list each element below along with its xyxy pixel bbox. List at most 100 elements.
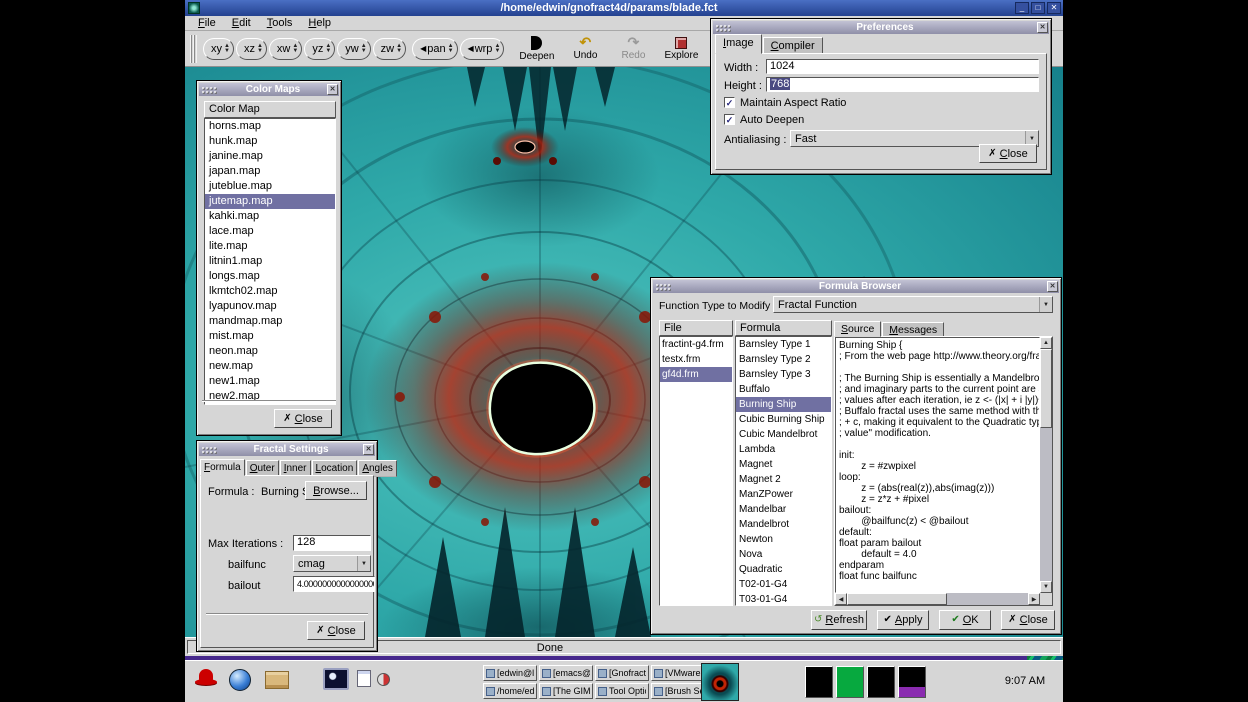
- close-button[interactable]: ✗ Close: [1001, 610, 1055, 630]
- spinner-arrows-icon[interactable]: ▲▼: [257, 44, 263, 54]
- spinner-arrows-icon[interactable]: ▲▼: [396, 44, 402, 54]
- color-map-column-header[interactable]: Color Map: [204, 101, 336, 118]
- color-map-item[interactable]: new1.map: [205, 374, 335, 389]
- axis-rotate-button[interactable]: yw ▲▼: [337, 38, 370, 60]
- scroll-right-icon[interactable]: ▶: [1028, 593, 1040, 605]
- axis-rotate-button[interactable]: xy ▲▼: [203, 38, 234, 60]
- spinner-arrows-icon[interactable]: ▲▼: [325, 44, 331, 54]
- color-map-item[interactable]: lite.map: [205, 239, 335, 254]
- file-item[interactable]: gf4d.frm: [660, 367, 732, 382]
- close-icon[interactable]: ✕: [327, 84, 338, 95]
- vertical-scrollbar[interactable]: ▲ ▼: [1040, 337, 1052, 593]
- formula-item[interactable]: Newton: [736, 532, 831, 547]
- auto-deepen-checkbox[interactable]: ✓: [724, 114, 735, 125]
- scroll-down-icon[interactable]: ▼: [1040, 581, 1052, 593]
- maximize-icon[interactable]: □: [1031, 2, 1045, 14]
- taskbar-task[interactable]: [edwin@lo: [483, 665, 537, 681]
- applet-icon[interactable]: [377, 673, 390, 686]
- scrollbar-track[interactable]: [1040, 349, 1052, 581]
- function-type-dropdown[interactable]: Fractal Function ▼: [773, 296, 1053, 313]
- source-code-view[interactable]: Burning Ship { ; From the web page http:…: [835, 337, 1040, 593]
- color-map-item[interactable]: janine.map: [205, 149, 335, 164]
- formula-item[interactable]: Mandelbar: [736, 502, 831, 517]
- warp-button[interactable]: ◀ wrp ▲▼: [460, 38, 505, 60]
- bailout-input[interactable]: 4.00000000000000000: [293, 576, 375, 592]
- color-map-item[interactable]: litnin1.map: [205, 254, 335, 269]
- color-map-item[interactable]: mandmap.map: [205, 314, 335, 329]
- scrollbar-track[interactable]: [847, 593, 1028, 605]
- close-icon[interactable]: ✕: [1037, 22, 1048, 33]
- redhat-menu-icon[interactable]: [195, 669, 217, 689]
- deepen-button[interactable]: Deepen: [519, 36, 554, 62]
- formula-item[interactable]: Magnet 2: [736, 472, 831, 487]
- scroll-left-icon[interactable]: ◀: [835, 593, 847, 605]
- undo-button[interactable]: ↶ Undo: [568, 36, 602, 61]
- formula-item[interactable]: Quadratic: [736, 562, 831, 577]
- redo-button[interactable]: ↷ Redo: [616, 36, 650, 61]
- color-map-item[interactable]: lyapunov.map: [205, 299, 335, 314]
- taskbar-task[interactable]: [Brush Se: [651, 683, 705, 699]
- swatch[interactable]: [867, 666, 895, 698]
- dialog-titlebar[interactable]: Formula Browser ✕: [653, 280, 1059, 293]
- color-map-item[interactable]: longs.map: [205, 269, 335, 284]
- formula-item[interactable]: ManZPower: [736, 487, 831, 502]
- formula-item[interactable]: Magnet: [736, 457, 831, 472]
- color-map-item[interactable]: hunk.map: [205, 134, 335, 149]
- maintain-aspect-checkbox[interactable]: ✓: [724, 97, 735, 108]
- color-map-item[interactable]: neon.map: [205, 344, 335, 359]
- tab[interactable]: Source: [834, 321, 881, 337]
- spinner-arrows-icon[interactable]: ▲▼: [361, 44, 367, 54]
- browse-button[interactable]: Browse...: [305, 481, 367, 500]
- formula-item[interactable]: Cubic Mandelbrot: [736, 427, 831, 442]
- color-map-item[interactable]: new.map: [205, 359, 335, 374]
- taskbar-task[interactable]: [Gnofract: [595, 665, 649, 681]
- screensaver-icon[interactable]: [323, 668, 349, 690]
- file-item[interactable]: testx.frm: [660, 352, 732, 367]
- color-map-item[interactable]: lkmtch02.map: [205, 284, 335, 299]
- formula-item[interactable]: Barnsley Type 3: [736, 367, 831, 382]
- formula-item[interactable]: Burning Ship: [736, 397, 831, 412]
- formula-item[interactable]: Nova: [736, 547, 831, 562]
- apply-button[interactable]: ✔ Apply: [877, 610, 929, 630]
- swatch[interactable]: [805, 666, 833, 698]
- pan-button[interactable]: ◀ pan ▲▼: [412, 38, 457, 60]
- file-column-header[interactable]: File: [659, 320, 733, 336]
- color-map-item[interactable]: horns.map: [205, 119, 335, 134]
- close-icon[interactable]: ✕: [1047, 281, 1058, 292]
- axis-rotate-button[interactable]: xw ▲▼: [269, 38, 302, 60]
- color-map-item[interactable]: japan.map: [205, 164, 335, 179]
- formula-item[interactable]: T03-01-G4: [736, 592, 831, 606]
- formula-item[interactable]: Buffalo: [736, 382, 831, 397]
- scrollbar-thumb[interactable]: [1040, 349, 1052, 428]
- dialog-titlebar[interactable]: Fractal Settings ✕: [199, 443, 375, 456]
- toolbar-grip[interactable]: [190, 35, 197, 63]
- formula-item[interactable]: Cubic Burning Ship: [736, 412, 831, 427]
- dialog-titlebar[interactable]: Color Maps ✕: [199, 83, 339, 96]
- taskbar-task[interactable]: Tool Optic: [595, 683, 649, 699]
- scroll-up-icon[interactable]: ▲: [1040, 337, 1052, 349]
- scrollbar-thumb[interactable]: [847, 593, 947, 605]
- taskbar-task[interactable]: [VMware V: [651, 665, 705, 681]
- web-browser-icon[interactable]: [229, 669, 251, 691]
- formula-item[interactable]: Lambda: [736, 442, 831, 457]
- main-titlebar[interactable]: /home/edwin/gnofract4d/params/blade.fct …: [185, 0, 1063, 16]
- close-button[interactable]: ✗ Close: [979, 144, 1037, 163]
- color-map-item[interactable]: mist.map: [205, 329, 335, 344]
- swatch[interactable]: [898, 666, 926, 698]
- menu-item[interactable]: Tools: [259, 17, 301, 29]
- menu-item[interactable]: Help: [300, 17, 339, 29]
- spinner-arrows-icon[interactable]: ▲▼: [494, 44, 500, 54]
- tab[interactable]: Formula: [200, 459, 245, 476]
- refresh-button[interactable]: ↺ Refresh: [811, 610, 867, 630]
- close-icon[interactable]: ✕: [363, 444, 374, 455]
- axis-rotate-button[interactable]: xz ▲▼: [236, 38, 267, 60]
- max-iterations-input[interactable]: 128: [293, 535, 371, 551]
- notes-icon[interactable]: [357, 670, 371, 687]
- height-input[interactable]: 768: [766, 77, 1039, 92]
- explore-button[interactable]: Explore: [664, 37, 698, 61]
- width-input[interactable]: 1024: [766, 59, 1039, 74]
- documents-icon[interactable]: [265, 671, 289, 689]
- spinner-arrows-icon[interactable]: ▲▼: [292, 44, 298, 54]
- formula-item[interactable]: Barnsley Type 1: [736, 337, 831, 352]
- color-map-item[interactable]: juteblue.map: [205, 179, 335, 194]
